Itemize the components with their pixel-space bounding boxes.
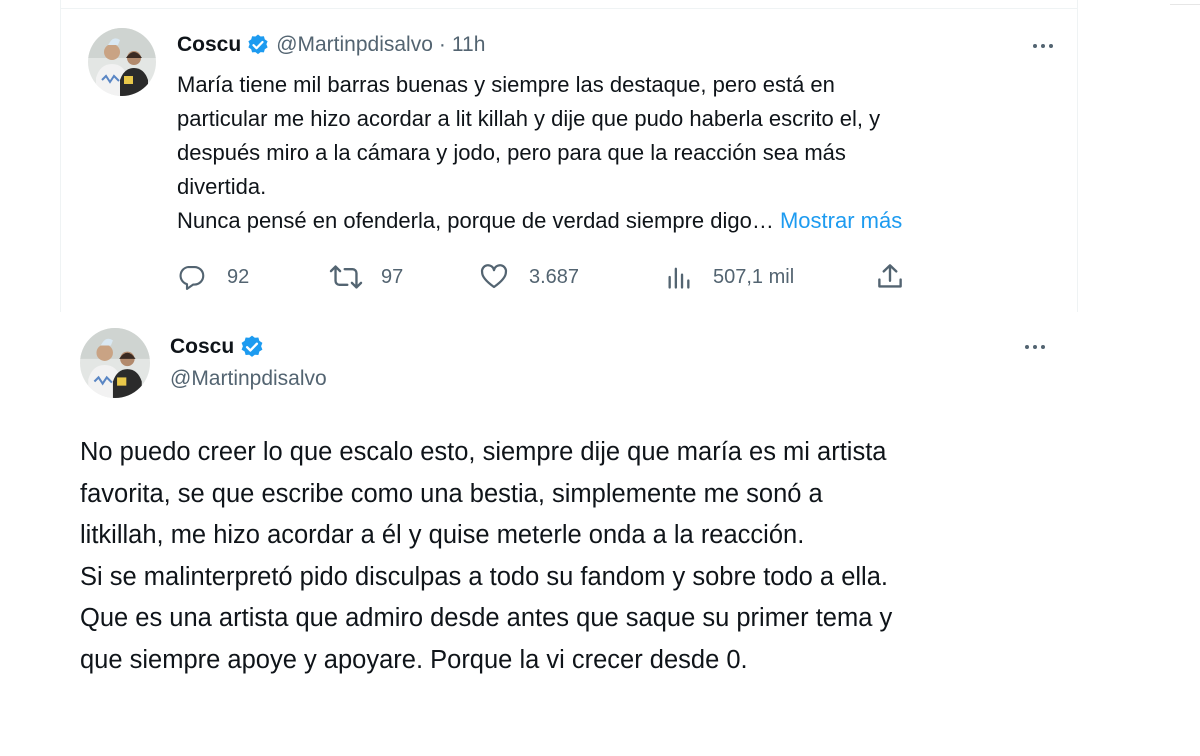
tweet-line: Nunca pensé en ofenderla, porque de verd…	[177, 204, 1057, 238]
tweet-text: María tiene mil barras buenas y siempre …	[177, 68, 1057, 238]
tweet-line: después miro a la cámara y jodo, pero pa…	[177, 140, 846, 165]
tweet-header: Coscu	[170, 333, 271, 361]
verified-badge-icon	[246, 33, 270, 57]
share-icon	[878, 264, 902, 288]
avatar[interactable]	[88, 28, 156, 96]
tweet-line: Que es una artista que admiro desde ante…	[80, 604, 893, 632]
profile-photo	[88, 28, 156, 96]
tweet-header: Coscu @Martinpdisalvo · 11h	[177, 31, 485, 59]
tweet-line: María tiene mil barras buenas y siempre …	[177, 72, 835, 97]
retweet-count: 97	[381, 265, 404, 288]
views-button[interactable]: 507,1 mil	[665, 260, 794, 294]
tweet-line: No puedo creer lo que escalo esto, siemp…	[80, 438, 887, 466]
tweet-line: Si se malinterpretó pido disculpas a tod…	[80, 562, 888, 591]
reply-count: 92	[227, 265, 250, 288]
tweet-right-border	[1077, 0, 1078, 312]
tweet-line: litkillah, me hizo acordar a él y quise …	[80, 521, 805, 549]
timestamp[interactable]: 11h	[452, 33, 485, 57]
reply-button[interactable]: 92	[177, 260, 249, 294]
tweet-line: divertida.	[177, 174, 267, 199]
verified-badge-icon	[239, 334, 265, 360]
tweet-left-border	[60, 0, 61, 312]
views-count: 507,1 mil	[713, 265, 795, 288]
show-more-link[interactable]: Mostrar más	[780, 208, 902, 233]
tweet-line: favorita, se que escribe como una bestia…	[80, 479, 823, 508]
profile-photo	[80, 328, 150, 398]
top-right-divider	[1170, 0, 1200, 5]
tweet-text: No puedo creer lo que escalo esto, siemp…	[80, 432, 1140, 681]
retweet-button[interactable]: 97	[329, 260, 403, 294]
avatar[interactable]	[80, 328, 150, 398]
like-count: 3.687	[529, 265, 580, 288]
retweet-icon	[329, 265, 363, 289]
display-name[interactable]: Coscu	[177, 33, 241, 57]
truncated-text: Nunca pensé en ofenderla, porque de verd…	[177, 208, 774, 233]
share-button[interactable]	[875, 260, 905, 294]
tweet-line: que siempre apoye y apoyare. Porque la v…	[80, 645, 748, 674]
more-dots-icon[interactable]	[1033, 44, 1053, 48]
top-divider	[60, 0, 1078, 9]
more-dots-icon[interactable]	[1025, 345, 1045, 349]
reply-icon	[179, 265, 205, 290]
views-chart-icon	[668, 267, 690, 289]
like-button[interactable]: 3.687	[479, 260, 579, 294]
separator: ·	[438, 33, 446, 56]
tweet-actions: 92 97 3.687 507,1 mil	[177, 260, 917, 294]
handle[interactable]: @Martinpdisalvo	[276, 33, 433, 57]
tweet-line: particular me hizo acordar a lit killah …	[177, 106, 881, 131]
display-name[interactable]: Coscu	[170, 335, 234, 359]
handle[interactable]: @Martinpdisalvo	[170, 367, 327, 391]
heart-icon	[480, 264, 508, 289]
